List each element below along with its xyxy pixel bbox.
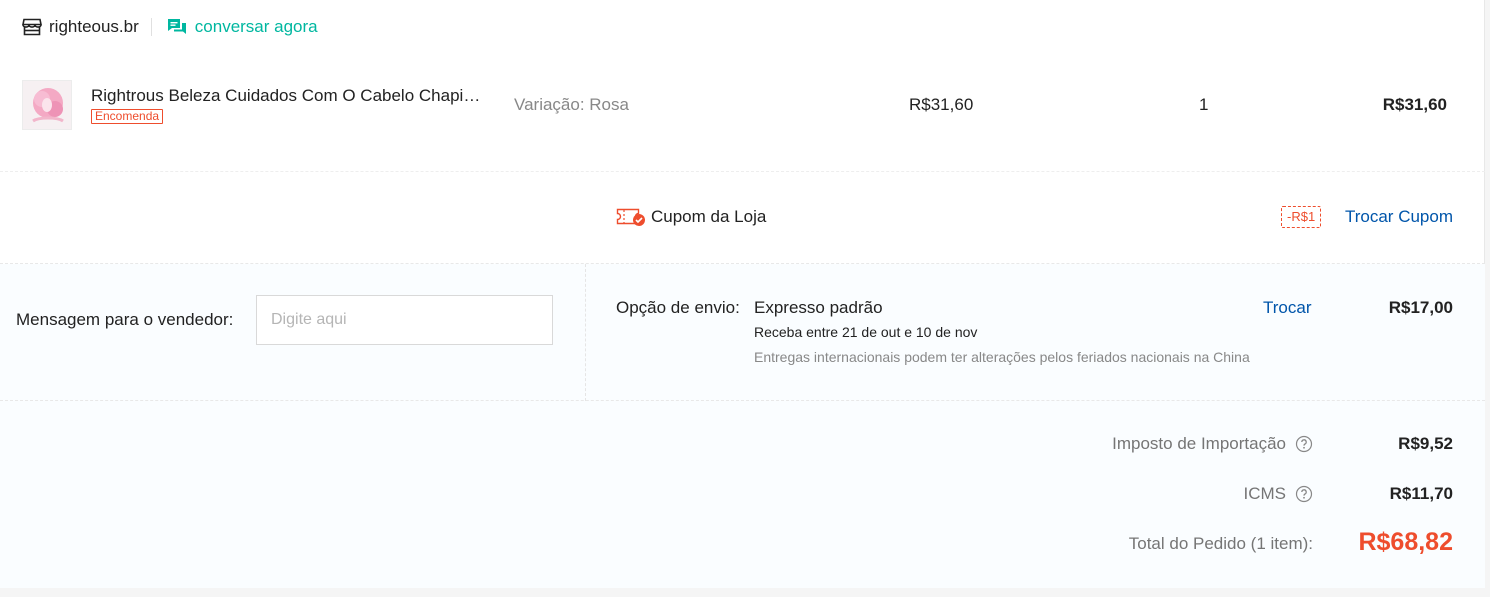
shop-header: righteous.br conversar agora xyxy=(22,14,318,40)
chat-now-label: conversar agora xyxy=(194,17,318,36)
shipping-option-label: Opção de envio: xyxy=(616,298,740,317)
shop-order-card: righteous.br conversar agora Rightrous B… xyxy=(0,0,1485,588)
message-shipping-section: Mensagem para o vendedor: Opção de envio… xyxy=(0,264,1485,401)
chat-bubble-icon xyxy=(167,17,187,37)
store-icon xyxy=(22,17,42,37)
shop-coupon-label: Cupom da Loja xyxy=(616,206,766,228)
order-total-label: Total do Pedido (1 item): xyxy=(1128,534,1313,553)
shipping-method: Expresso padrão xyxy=(754,298,883,317)
shipping-price: R$17,00 xyxy=(1388,298,1453,317)
import-tax-text: Imposto de Importação xyxy=(1112,434,1286,453)
icms-value: R$11,70 xyxy=(1389,484,1453,503)
product-name[interactable]: Rightrous Beleza Cuidados Com O Cabelo C… xyxy=(91,86,481,106)
change-coupon-link[interactable]: Trocar Cupom xyxy=(1345,207,1453,227)
icms-label: ICMS xyxy=(1244,484,1314,504)
icms-text: ICMS xyxy=(1243,484,1287,503)
question-circle-icon[interactable] xyxy=(1295,485,1313,503)
shipping-note: Entregas internacionais podem ter altera… xyxy=(754,349,1250,365)
shop-name[interactable]: righteous.br xyxy=(49,17,139,37)
preorder-badge: Encomenda xyxy=(91,109,164,124)
import-tax-label: Imposto de Importação xyxy=(1112,434,1313,454)
shop-coupon-row: Cupom da Loja -R$1 Trocar Cupom xyxy=(0,172,1485,264)
product-thumbnail[interactable] xyxy=(22,80,72,130)
order-total-value: R$68,82 xyxy=(1358,528,1453,556)
coupon-ticket-icon xyxy=(616,206,646,228)
totals-section: Imposto de Importação R$9,52 ICMS R$11,7 xyxy=(0,401,1485,588)
item-subtotal: R$31,60 xyxy=(1382,95,1447,114)
change-shipping-link[interactable]: Trocar xyxy=(1263,298,1312,318)
unit-price: R$31,60 xyxy=(909,95,974,114)
quantity: 1 xyxy=(1199,95,1209,114)
question-circle-icon[interactable] xyxy=(1295,435,1313,453)
coupon-discount-tag: -R$1 xyxy=(1281,206,1322,228)
shipping-eta: Receba entre 21 de out e 10 de nov xyxy=(754,324,978,340)
chat-now-button[interactable]: conversar agora xyxy=(167,17,318,37)
import-tax-value: R$9,52 xyxy=(1398,434,1453,453)
section-divider xyxy=(585,264,586,401)
product-variation: Variação: Rosa xyxy=(514,95,629,114)
header-divider xyxy=(150,18,152,36)
product-row: Rightrous Beleza Cuidados Com O Cabelo C… xyxy=(0,60,1485,172)
seller-message-input[interactable] xyxy=(256,295,553,345)
shop-coupon-text: Cupom da Loja xyxy=(651,207,767,226)
seller-message-label: Mensagem para o vendedor: xyxy=(16,310,234,329)
